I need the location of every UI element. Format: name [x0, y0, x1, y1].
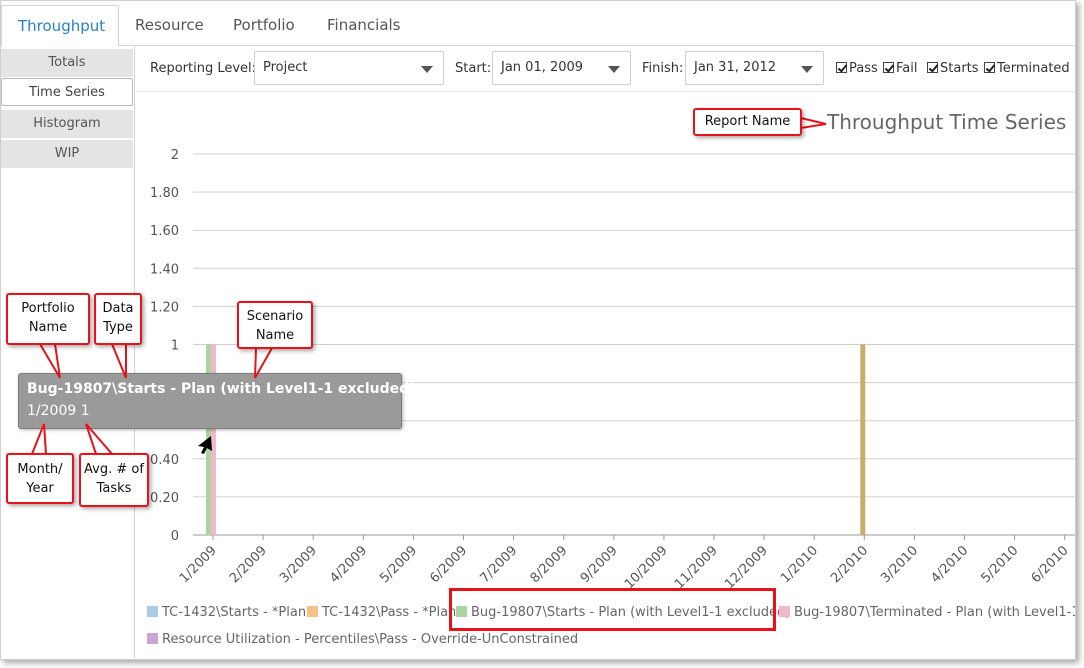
legend-swatch	[779, 606, 790, 617]
y-tick-label: 0.20	[150, 491, 179, 506]
legend-label: Resource Utilization - Percentiles\Pass …	[162, 632, 579, 647]
x-tick-label: 6/2009	[427, 543, 470, 586]
fail-checkbox[interactable]: Fail	[883, 61, 917, 76]
x-tick-label: 4/2009	[327, 543, 370, 586]
report-window: Throughput Resource Portfolio Financials…	[0, 0, 1076, 660]
chart-tooltip: Bug-19807\Starts - Plan (with Level1-1 e…	[18, 373, 416, 429]
x-tick-label: 2/2010	[828, 543, 871, 586]
sidebar: Totals Time Series Histogram WIP	[1, 46, 135, 659]
legend-label: TC-1432\Pass - *Plan	[322, 605, 457, 620]
legend-swatch	[147, 633, 158, 644]
x-tick-label: 6/2010	[1029, 543, 1072, 586]
sidebar-item-time-series[interactable]: Time Series	[1, 78, 133, 106]
filter-toolbar: Reporting Level: Project Start: Jan 01, …	[136, 47, 1075, 92]
x-tick-label: 10/2009	[622, 543, 671, 592]
x-tick-label: 7/2009	[477, 543, 520, 586]
x-tick-label: 8/2009	[528, 543, 571, 586]
checkbox-checked-icon	[883, 62, 894, 73]
legend-swatch	[307, 606, 318, 617]
legend-label: TC-1432\Starts - *Plan	[162, 605, 307, 620]
sidebar-item-histogram[interactable]: Histogram	[1, 110, 133, 138]
x-tick-label: 3/2009	[277, 543, 320, 586]
tab-throughput[interactable]: Throughput	[1, 5, 119, 47]
callout-report-name: Report Name	[693, 108, 802, 136]
terminated-checkbox-label: Terminated	[997, 61, 1070, 76]
sidebar-item-wip[interactable]: WIP	[1, 140, 133, 168]
pass-checkbox-label: Pass	[849, 61, 878, 76]
y-tick-label: 1.20	[150, 300, 179, 315]
finish-date-value: Jan 31, 2012	[694, 60, 777, 75]
fail-checkbox-label: Fail	[896, 61, 918, 76]
tab-portfolio[interactable]: Portfolio	[217, 5, 311, 46]
sidebar-item-totals[interactable]: Totals	[1, 49, 133, 77]
x-tick-label: 4/2010	[928, 543, 971, 586]
callout-data-type: Data Type	[94, 293, 142, 345]
legend-item-tc1432-pass[interactable]: TC-1432\Pass - *Plan	[307, 605, 456, 620]
finish-date-select[interactable]: Jan 31, 2012	[685, 51, 824, 85]
x-tick-label: 5/2010	[978, 543, 1021, 586]
y-tick-label: 0.40	[150, 453, 179, 468]
checkbox-checked-icon	[927, 62, 938, 73]
start-date-value: Jan 01, 2009	[501, 60, 584, 75]
callout-month-year: Month/ Year	[6, 453, 74, 504]
x-tick-label: 1/2009	[177, 543, 220, 586]
tooltip-value: 1/2009 1	[27, 403, 90, 419]
chevron-down-icon	[421, 66, 433, 73]
reporting-level-value: Project	[263, 60, 308, 75]
chevron-down-icon	[801, 66, 813, 73]
callout-portfolio-name: Portfolio Name	[6, 293, 90, 345]
pass-checkbox[interactable]: Pass	[836, 61, 878, 76]
x-tick-label: 11/2009	[672, 543, 721, 592]
legend-item-resource-utilization[interactable]: Resource Utilization - Percentiles\Pass …	[147, 632, 578, 647]
y-tick-label: 0	[171, 529, 179, 544]
tooltip-title: Bug-19807\Starts - Plan (with Level1-1 e…	[27, 381, 416, 397]
start-date-select[interactable]: Jan 01, 2009	[492, 51, 631, 85]
reporting-level-label: Reporting Level:	[150, 61, 257, 76]
legend-label: Bug-19807\Terminated - Plan (with Level1…	[794, 605, 1076, 620]
chevron-down-icon	[608, 66, 620, 73]
reporting-level-select[interactable]: Project	[254, 51, 444, 85]
y-tick-label: 1.40	[150, 262, 179, 277]
legend-item-tc1432-starts[interactable]: TC-1432\Starts - *Plan	[147, 605, 306, 620]
legend-highlight-box	[449, 588, 776, 631]
bar-series-unnamed	[860, 344, 866, 535]
tab-bar: Throughput Resource Portfolio Financials	[1, 1, 1075, 47]
y-tick-label: 1	[171, 339, 179, 354]
legend-swatch	[147, 606, 158, 617]
tab-financials[interactable]: Financials	[311, 5, 417, 46]
y-tick-label: 1.80	[150, 186, 179, 201]
checkbox-checked-icon	[836, 62, 847, 73]
y-tick-label: 2	[171, 148, 179, 163]
starts-checkbox-label: Starts	[940, 61, 979, 76]
checkbox-checked-icon	[984, 62, 995, 73]
callout-scenario-name: Scenario Name	[237, 301, 313, 349]
chart-title: Throughput Time Series	[827, 110, 1067, 134]
terminated-checkbox[interactable]: Terminated	[984, 61, 1070, 76]
tab-resource[interactable]: Resource	[119, 5, 220, 46]
starts-checkbox[interactable]: Starts	[927, 61, 979, 76]
x-tick-label: 9/2009	[578, 543, 621, 586]
time-series-chart: 00.200.400.600.8011.201.401.601.8021/200…	[150, 148, 1075, 592]
finish-label: Finish:	[642, 61, 684, 76]
start-label: Start:	[455, 61, 492, 76]
legend-item-bug19807-terminated[interactable]: Bug-19807\Terminated - Plan (with Level1…	[779, 605, 1076, 620]
x-tick-label: 3/2010	[878, 543, 921, 586]
callout-avg-tasks: Avg. # of Tasks	[79, 453, 149, 507]
y-tick-label: 1.60	[150, 224, 179, 239]
x-tick-label: 5/2009	[377, 543, 420, 586]
x-tick-label: 1/2010	[778, 543, 821, 586]
x-tick-label: 2/2009	[227, 543, 270, 586]
x-tick-label: 12/2009	[722, 543, 771, 592]
